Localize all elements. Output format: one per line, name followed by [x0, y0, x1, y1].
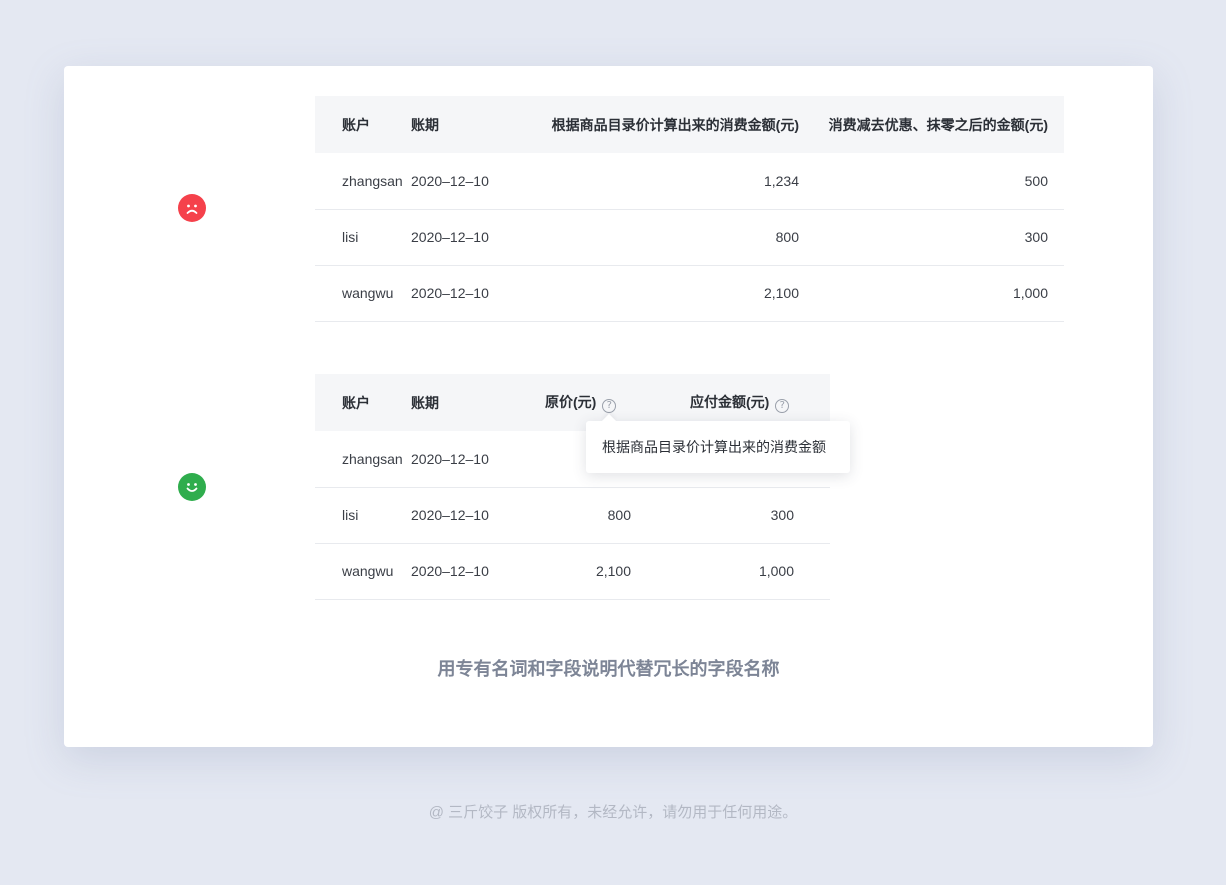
column-header: 消费减去优惠、抹零之后的金额(元): [815, 96, 1064, 153]
payable-cell: 1,000: [668, 543, 830, 600]
column-header-label: 原价(元): [545, 394, 597, 410]
table-row: lisi 2020–12–10 800 300: [315, 209, 1064, 266]
account-cell: wangwu: [315, 543, 411, 600]
period-cell: 2020–12–10: [411, 265, 523, 322]
column-header: 账户: [315, 374, 411, 431]
payable-cell: 1,000: [815, 265, 1064, 322]
account-cell: wangwu: [315, 265, 411, 322]
list-price-cell: 800: [523, 209, 815, 266]
column-header: 账户: [315, 96, 411, 153]
help-icon[interactable]: ?: [775, 399, 790, 413]
bad-example-table: 账户 账期 根据商品目录价计算出来的消费金额(元) 消费减去优惠、抹零之后的金额…: [315, 96, 1064, 322]
period-cell: 2020–12–10: [411, 153, 523, 210]
account-cell: lisi: [315, 209, 411, 266]
payable-cell: 300: [815, 209, 1064, 266]
period-cell: 2020–12–10: [411, 487, 523, 544]
original-price-cell: 800: [523, 487, 668, 544]
list-price-cell: 1,234: [523, 153, 815, 210]
period-cell: 2020–12–10: [411, 543, 523, 600]
happy-face-icon: [178, 473, 206, 501]
payable-cell: 500: [815, 153, 1064, 210]
period-cell: 2020–12–10: [411, 431, 523, 488]
table-row: lisi 2020–12–10 800 300: [315, 487, 830, 544]
account-cell: zhangsan: [315, 431, 411, 488]
account-cell: lisi: [315, 487, 411, 544]
example-card: 账户 账期 根据商品目录价计算出来的消费金额(元) 消费减去优惠、抹零之后的金额…: [64, 66, 1153, 747]
column-header-label: 应付金额(元): [690, 394, 770, 410]
table-row: zhangsan 2020–12–10 1,234 500: [315, 153, 1064, 210]
column-header: 账期: [411, 374, 523, 431]
column-header: 账期: [411, 96, 523, 153]
table-row: wangwu 2020–12–10 2,100 1,000: [315, 265, 1064, 322]
good-example-table: 账户 账期 原价(元)? 应付金额(元)? zhangsan 2020–12–1…: [315, 374, 830, 600]
copyright-footer: @ 三斤饺子 版权所有，未经允许，请勿用于任何用途。: [428, 804, 798, 821]
payable-cell: 300: [668, 487, 830, 544]
period-cell: 2020–12–10: [411, 209, 523, 266]
field-description-tooltip: 根据商品目录价计算出来的消费金额: [586, 421, 850, 473]
help-icon[interactable]: ?: [602, 399, 617, 413]
list-price-cell: 2,100: [523, 265, 815, 322]
column-header: 根据商品目录价计算出来的消费金额(元): [523, 96, 815, 153]
original-price-cell: 2,100: [523, 543, 668, 600]
sad-face-icon: [178, 194, 206, 222]
caption: 用专有名词和字段说明代替冗长的字段名称: [437, 659, 780, 679]
account-cell: zhangsan: [315, 153, 411, 210]
table-row: wangwu 2020–12–10 2,100 1,000: [315, 543, 830, 600]
